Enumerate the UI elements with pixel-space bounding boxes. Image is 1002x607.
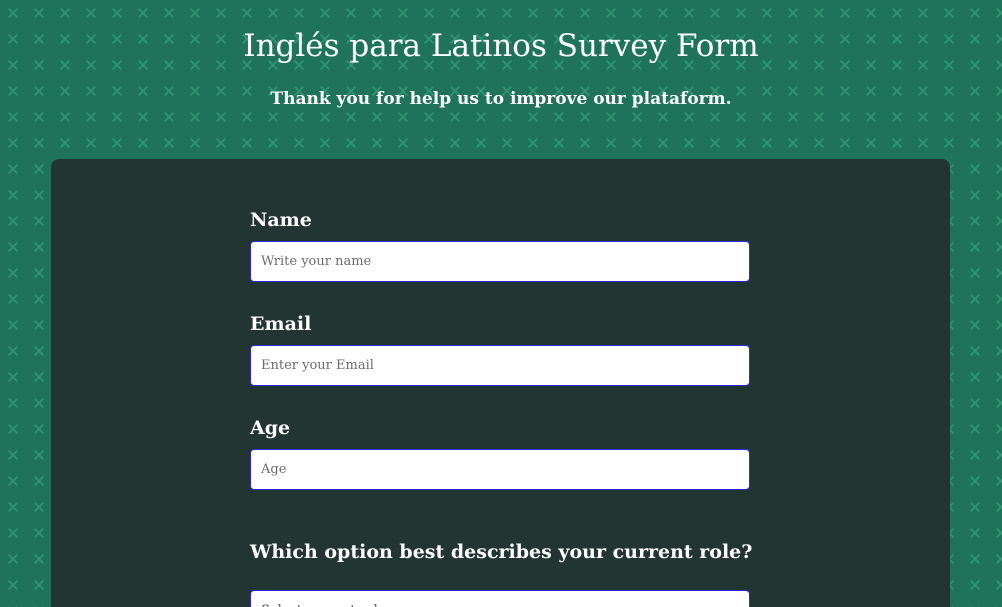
name-input[interactable] — [250, 241, 750, 282]
email-input[interactable] — [250, 345, 750, 386]
age-input[interactable] — [250, 449, 750, 490]
role-question: Which option best describes your current… — [250, 541, 753, 563]
name-label: Name — [250, 209, 312, 231]
age-label: Age — [250, 417, 291, 439]
page-title: Inglés para Latinos Survey Form — [243, 28, 759, 64]
email-label: Email — [250, 313, 312, 335]
name-field-group: Name — [250, 207, 750, 282]
role-select[interactable]: Select current role — [250, 590, 750, 607]
page-description: Thank you for help us to improve our pla… — [270, 89, 732, 109]
email-field-group: Email — [250, 311, 750, 386]
survey-form: Name Email Age Which option best describ… — [51, 159, 950, 607]
age-field-group: Age — [250, 415, 750, 490]
